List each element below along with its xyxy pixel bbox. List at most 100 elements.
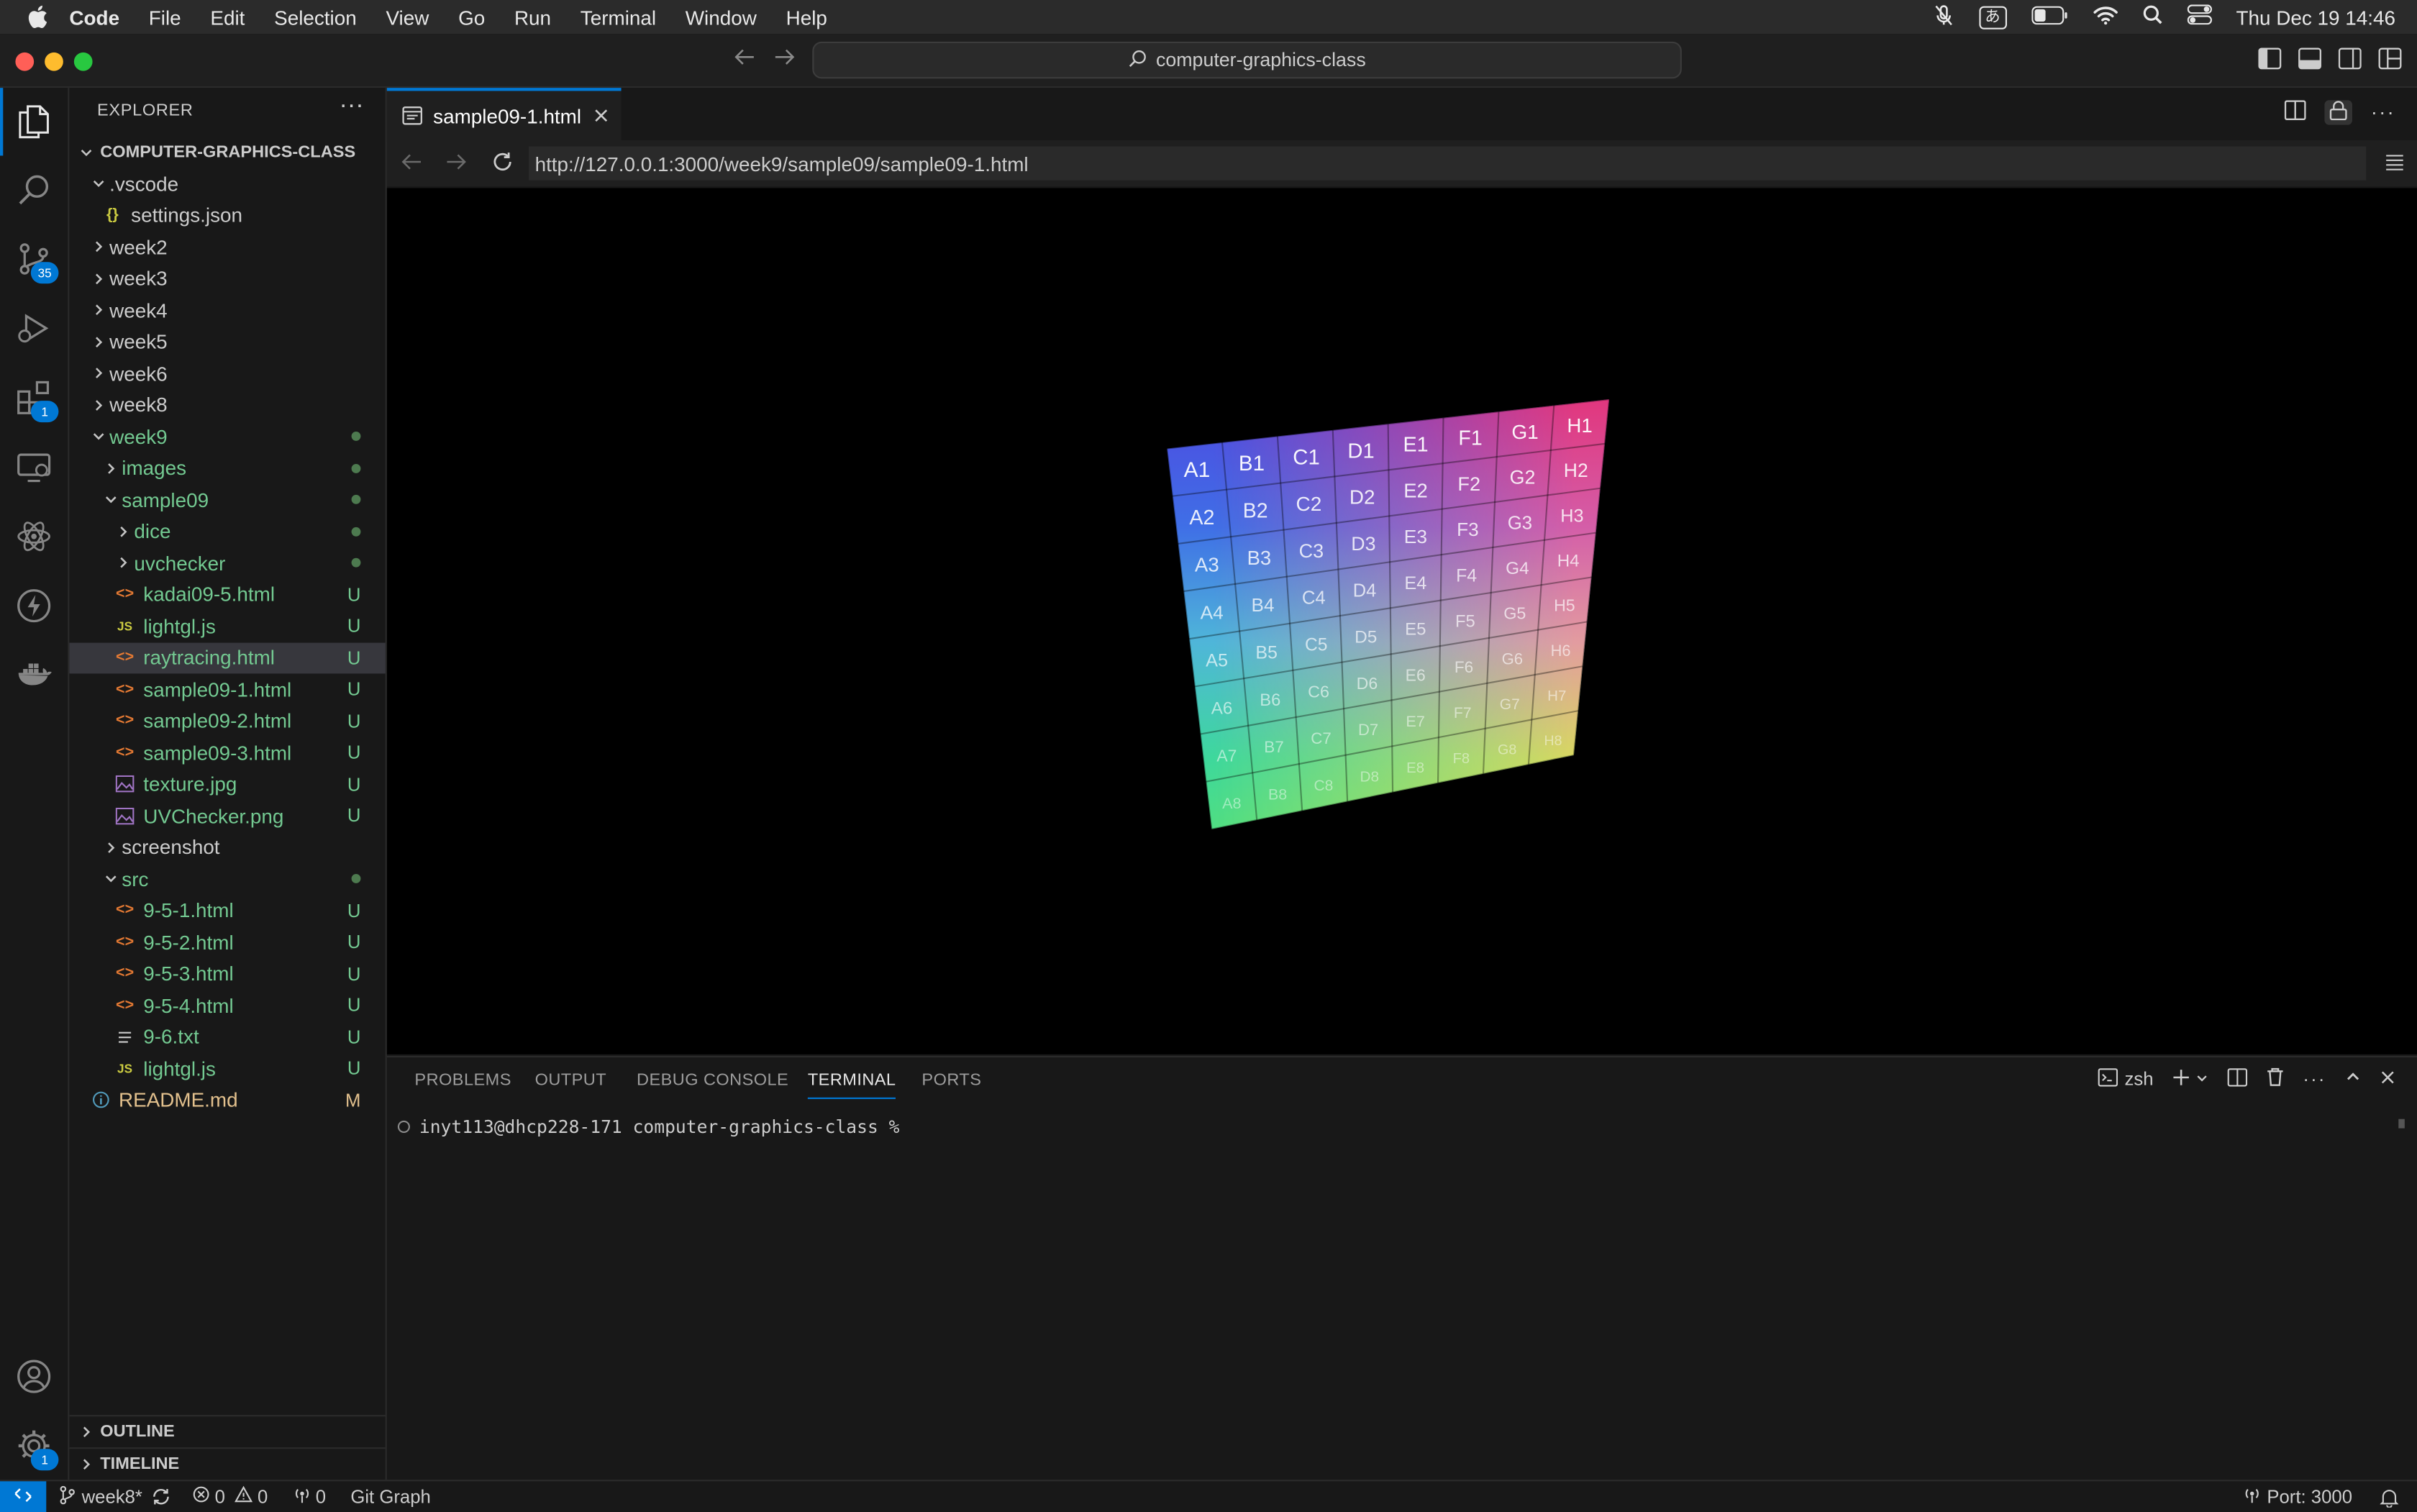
- menu-view[interactable]: View: [386, 6, 429, 29]
- lightning-icon[interactable]: [15, 587, 52, 624]
- search-view-icon[interactable]: [15, 171, 52, 208]
- tree-item[interactable]: texture.jpg U: [69, 768, 385, 799]
- tree-item[interactable]: week9: [69, 421, 385, 452]
- tree-item[interactable]: week8: [69, 389, 385, 420]
- tab-sample09-1[interactable]: sample09-1.html: [386, 88, 622, 140]
- terminal-shell-selector[interactable]: zsh: [2098, 1067, 2154, 1090]
- close-tab-icon[interactable]: [593, 108, 609, 123]
- tree-item[interactable]: .vscode: [69, 168, 385, 199]
- browser-menu-icon[interactable]: [2385, 152, 2405, 176]
- toggle-primary-sidebar-icon[interactable]: [2258, 47, 2282, 73]
- close-window-button[interactable]: [15, 52, 35, 71]
- panel-more-icon[interactable]: ···: [2303, 1068, 2326, 1090]
- terminal-scrollbar[interactable]: [2398, 1119, 2405, 1129]
- control-center-icon[interactable]: [2186, 4, 2212, 29]
- menu-code[interactable]: Code: [69, 6, 119, 29]
- menu-window[interactable]: Window: [686, 6, 757, 29]
- tree-item[interactable]: <> sample09-2.html U: [69, 705, 385, 736]
- run-and-debug-icon[interactable]: [15, 310, 52, 347]
- spotlight-search-icon[interactable]: [2142, 4, 2162, 29]
- react-icon[interactable]: [15, 518, 52, 555]
- mic-off-icon[interactable]: [1932, 4, 1954, 29]
- command-decoration-icon[interactable]: [397, 1120, 410, 1133]
- tree-item[interactable]: <> sample09-3.html U: [69, 737, 385, 768]
- explorer-icon[interactable]: [0, 88, 52, 156]
- menu-file[interactable]: File: [149, 6, 181, 29]
- tree-item[interactable]: dice: [69, 516, 385, 547]
- close-panel-icon[interactable]: [2380, 1068, 2395, 1090]
- terminal-output[interactable]: inyt113@dhcp228-171 computer-graphics-cl…: [397, 1116, 916, 1137]
- tree-item[interactable]: screenshot: [69, 832, 385, 862]
- more-actions-icon[interactable]: ···: [2371, 100, 2395, 124]
- docker-icon[interactable]: [15, 657, 52, 693]
- tree-item[interactable]: {} settings.json: [69, 200, 385, 231]
- tree-item[interactable]: week5: [69, 326, 385, 357]
- lock-group-icon[interactable]: [2324, 100, 2352, 125]
- tree-item[interactable]: <> raytracing.html U: [69, 642, 386, 673]
- remote-explorer-icon[interactable]: [15, 449, 52, 486]
- tree-item[interactable]: <> sample09-1.html U: [69, 673, 385, 704]
- sync-icon[interactable]: [152, 1488, 172, 1506]
- tree-item[interactable]: week6: [69, 357, 385, 388]
- input-method-icon[interactable]: あ: [1978, 5, 2007, 29]
- git-graph-button[interactable]: Git Graph: [350, 1486, 430, 1508]
- tree-item[interactable]: images: [69, 452, 385, 483]
- tab-output[interactable]: OUTPUT: [535, 1071, 606, 1090]
- minimize-window-button[interactable]: [45, 52, 63, 71]
- battery-icon[interactable]: [2031, 5, 2068, 29]
- go-forward-arrow-icon[interactable]: [774, 47, 796, 70]
- source-control-icon[interactable]: 35: [15, 240, 59, 284]
- extensions-icon[interactable]: 1: [15, 379, 59, 423]
- customize-layout-icon[interactable]: [2378, 47, 2402, 73]
- menubar-clock[interactable]: Thu Dec 19 14:46: [2236, 6, 2395, 29]
- tree-item[interactable]: 9-6.txt U: [69, 1021, 385, 1052]
- ports-status[interactable]: 0: [293, 1485, 326, 1508]
- split-terminal-icon[interactable]: [2227, 1067, 2248, 1090]
- tree-item[interactable]: <> 9-5-1.html U: [69, 895, 385, 926]
- toggle-secondary-sidebar-icon[interactable]: [2338, 47, 2362, 73]
- menu-run[interactable]: Run: [514, 6, 551, 29]
- wifi-icon[interactable]: [2093, 6, 2118, 29]
- live-server-port[interactable]: Port: 3000: [2242, 1485, 2352, 1508]
- tree-item[interactable]: README.md M: [69, 1085, 385, 1116]
- problems-status[interactable]: 0 0: [194, 1485, 268, 1508]
- tree-item[interactable]: <> 9-5-4.html U: [69, 990, 385, 1021]
- new-terminal-button[interactable]: [2172, 1067, 2208, 1090]
- tree-item[interactable]: JS lightgl.js U: [69, 611, 385, 642]
- browser-back-icon[interactable]: [401, 152, 422, 176]
- tab-ports[interactable]: PORTS: [921, 1071, 981, 1090]
- tree-item[interactable]: UVChecker.png U: [69, 800, 385, 831]
- tree-item[interactable]: week2: [69, 231, 385, 262]
- tree-item[interactable]: <> kadai09-5.html U: [69, 579, 385, 610]
- menu-terminal[interactable]: Terminal: [581, 6, 656, 29]
- timeline-section[interactable]: TIMELINE: [69, 1447, 386, 1480]
- zoom-window-button[interactable]: [73, 52, 93, 71]
- menu-help[interactable]: Help: [786, 6, 827, 29]
- tree-item[interactable]: sample09: [69, 484, 385, 515]
- branch-status[interactable]: week8*: [58, 1485, 142, 1508]
- tree-item[interactable]: week4: [69, 294, 385, 325]
- command-center-search[interactable]: computer-graphics-class: [812, 41, 1682, 79]
- webgl-preview-viewport[interactable]: A1 B1 C1 D1 E1 F1 G1 H1 A2 B2 C2 D2 E2 F2 G2 H2 A3 B3 C3 D3…: [386, 188, 2417, 1055]
- maximize-panel-icon[interactable]: [2344, 1068, 2362, 1090]
- tab-debug-console[interactable]: DEBUG CONSOLE: [637, 1071, 788, 1090]
- browser-url-input[interactable]: http://127.0.0.1:3000/week9/sample09/sam…: [529, 146, 2367, 181]
- tree-root-folder[interactable]: COMPUTER-GRAPHICS-CLASS: [69, 137, 385, 168]
- manage-gear-icon[interactable]: 1: [15, 1427, 59, 1471]
- toggle-panel-icon[interactable]: [2298, 47, 2322, 73]
- tree-item[interactable]: JS lightgl.js U: [69, 1053, 385, 1084]
- tree-item[interactable]: src: [69, 863, 385, 894]
- tree-item[interactable]: <> 9-5-3.html U: [69, 958, 385, 989]
- tree-item[interactable]: uvchecker: [69, 547, 385, 578]
- tab-terminal[interactable]: TERMINAL: [807, 1071, 896, 1099]
- remote-indicator-button[interactable]: [0, 1481, 47, 1512]
- go-back-arrow-icon[interactable]: [734, 47, 755, 70]
- tree-item[interactable]: week3: [69, 263, 385, 293]
- browser-reload-icon[interactable]: [492, 151, 514, 177]
- apple-logo-icon[interactable]: [26, 4, 47, 29]
- kill-terminal-trash-icon[interactable]: [2266, 1067, 2285, 1091]
- notifications-bell-icon[interactable]: [2380, 1487, 2399, 1507]
- outline-section[interactable]: OUTLINE: [69, 1415, 386, 1447]
- browser-forward-icon[interactable]: [445, 152, 467, 176]
- accounts-icon[interactable]: [15, 1358, 52, 1395]
